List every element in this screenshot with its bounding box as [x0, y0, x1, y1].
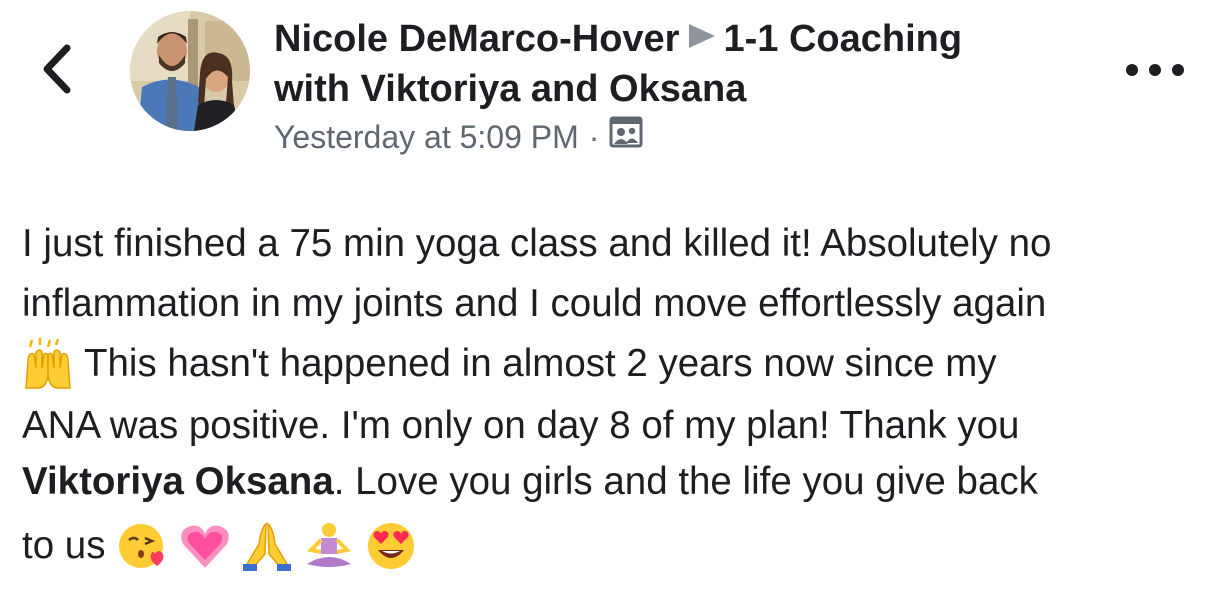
post-text-segment: to us [22, 524, 106, 567]
group-name-part1: 1-1 Coaching [723, 18, 963, 60]
more-options-button[interactable] [1126, 56, 1184, 84]
back-button[interactable] [34, 44, 78, 99]
group-name-part2: with Viktoriya and Oksana [274, 68, 747, 110]
author-name-link[interactable]: Nicole DeMarco-Hover [274, 18, 679, 60]
mention-link[interactable]: Viktoriya Oksana [22, 460, 334, 503]
heart-eyes-emoji [365, 520, 417, 572]
post-text-segment: This hasn't happened in almost 2 years n… [84, 342, 997, 385]
face-blowing-kiss-emoji [117, 520, 169, 572]
post-meta: Yesterday at 5:09 PM · [274, 116, 1094, 158]
post-text-line: ANA was positive. I'm only on day 8 of m… [22, 404, 1020, 447]
post-timestamp-link[interactable]: Yesterday at 5:09 PM [274, 116, 579, 158]
post-text-line: inflammation in my joints and I could mo… [22, 282, 1047, 325]
post-text-line: This hasn't happened in almost 2 years n… [22, 334, 1202, 396]
post-text-line: Viktoriya Oksana. Love you girls and the… [22, 452, 1202, 514]
chevron-left-icon [39, 44, 73, 99]
post-text-line: I just finished a 75 min yoga class and … [22, 222, 1052, 265]
raised-hands-emoji [22, 338, 74, 390]
meta-separator: · [588, 119, 600, 155]
more-dot [1149, 64, 1161, 76]
post-title: Nicole DeMarco-Hover 1-1 Coaching with Vik… [274, 12, 1094, 114]
more-horizontal-icon [1126, 64, 1138, 76]
person-in-lotus-position-emoji [303, 520, 355, 572]
closed-group-icon [609, 116, 643, 158]
post-body: I just finished a 75 min yoga class and … [22, 214, 1202, 578]
post-header: Nicole DeMarco-Hover 1-1 Coaching with Vik… [274, 12, 1094, 158]
folded-hands-emoji [241, 520, 293, 572]
more-dot [1172, 64, 1184, 76]
post-text-segment: . Love you girls and the life you give b… [333, 460, 1038, 503]
post-text-line: to us [22, 514, 1202, 578]
avatar[interactable] [130, 11, 250, 131]
right-arrow-icon [687, 12, 717, 62]
growing-heart-emoji [179, 520, 231, 572]
